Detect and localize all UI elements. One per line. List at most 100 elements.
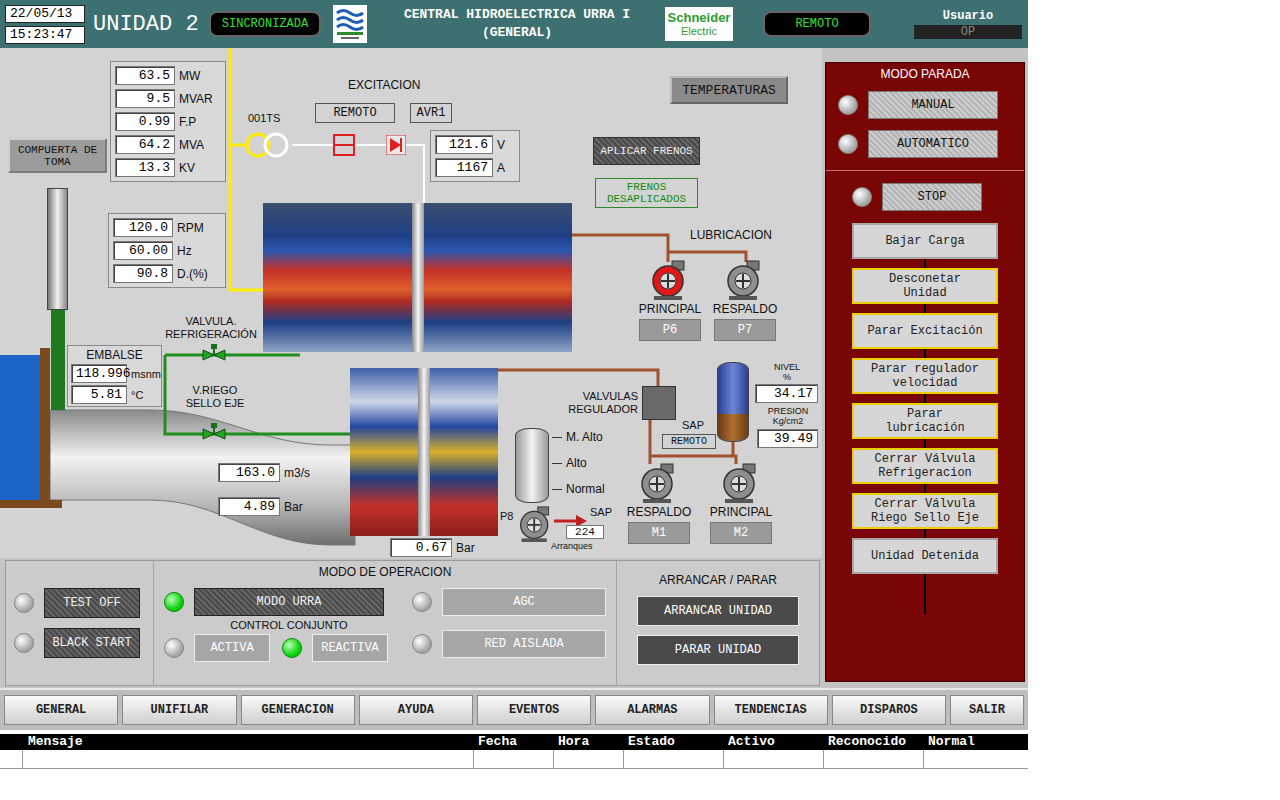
reading-unit: msnm [131, 368, 161, 380]
nav-button[interactable]: AYUDA [359, 695, 473, 725]
valve-icon[interactable] [202, 344, 226, 366]
joint-control-button[interactable]: REACTIVA [312, 634, 388, 662]
temperatures-button[interactable]: TEMPERATURAS [670, 76, 788, 104]
date: 22/05/13 [5, 5, 85, 23]
reservoir-temperature: 5.81 [71, 385, 127, 404]
nav-button[interactable]: ALARMAS [595, 695, 709, 725]
reading-unit: F.P [179, 115, 196, 129]
nav-button[interactable]: GENERACION [241, 695, 355, 725]
apply-brakes-button[interactable]: APLICAR FRENOS [593, 137, 700, 165]
grid-mode-button[interactable]: RED AISLADA [442, 630, 606, 658]
label-line: Parar regulador [857, 362, 993, 376]
label-line: Parar [857, 407, 993, 421]
governor-valves-block [642, 386, 676, 420]
test-row: BLACK START [14, 628, 147, 658]
status-led-icon [412, 592, 432, 612]
joint-control-row: ACTIVA REACTIVA [164, 634, 388, 662]
reading-unit: MW [179, 69, 200, 83]
nav-button[interactable]: DISPAROS [832, 695, 946, 725]
reservoir-level: 118.996 [71, 364, 127, 383]
sap-level-value: 34.17 [755, 384, 818, 403]
main-area: 63.5MW9.5MVAR0.99F.P64.2MVA13.3KV120.0RP… [0, 48, 1028, 688]
sump-tank [515, 428, 549, 503]
main-mode-button[interactable]: MODO URRA [194, 588, 384, 616]
radio-led-icon[interactable] [838, 95, 858, 115]
lubrication-pump[interactable]: RESPALDOP7 [713, 260, 777, 341]
table-cell [823, 750, 923, 768]
sap-pressure-value: 39.49 [757, 429, 818, 448]
start-stop-section: ARRANCAR / PARARARRANCAR UNIDADPARAR UNI… [617, 561, 819, 685]
label-line: Cerrar Válvula [857, 497, 993, 511]
sump-pump-label: P8 [500, 510, 513, 522]
label-line: Refrigeracion [857, 466, 993, 480]
oil-pump[interactable]: RESPALDOM1 [627, 463, 691, 544]
speed-readings: 120.0RPM60.00Hz90.8D.(%) [108, 213, 226, 288]
status-led-icon [14, 633, 34, 653]
brand-sub: Electric [681, 25, 717, 38]
stop-button[interactable]: STOP [882, 183, 982, 211]
label-line: % [756, 372, 818, 382]
nav-button[interactable]: TENDENCIAS [714, 695, 828, 725]
pump-icon [723, 260, 767, 300]
reading-row: 9.5MVAR [115, 89, 221, 108]
reading-row: 64.2 MVA [115, 135, 221, 154]
joint-control-option: ACTIVA [164, 634, 270, 662]
label-line: NIVEL [756, 362, 818, 372]
unit-title: UNIDAD 2 [93, 12, 209, 37]
sap-mode: REMOTO [662, 434, 716, 449]
test-button[interactable]: TEST OFF [44, 588, 140, 618]
stop-mode-button[interactable]: MANUAL [868, 91, 998, 119]
pump-tag: P6 [639, 319, 701, 341]
nav-button[interactable]: SALIR [950, 695, 1024, 725]
left-column: 63.5MW9.5MVAR0.99F.P64.2MVA13.3KV120.0RP… [0, 48, 822, 688]
governor-pipe [480, 370, 658, 386]
mode-right: AGC RED AISLADA [412, 588, 606, 662]
sap-tank-fill [718, 414, 748, 441]
pump-icon[interactable] [516, 506, 556, 542]
reading-value: 64.2 [115, 135, 175, 154]
reading-unit: MVA [179, 138, 204, 152]
valve-icon[interactable] [202, 423, 226, 445]
reading-row: 60.00Hz [113, 241, 221, 260]
stop-mode-panel: MODO PARADAMANUALAUTOMATICOSTOPBajar Car… [825, 62, 1025, 682]
test-row: TEST OFF [14, 588, 147, 618]
grid-mode-button[interactable]: AGC [442, 588, 606, 616]
reading-value: 120.0 [113, 218, 173, 237]
turbine-shaft [418, 368, 430, 536]
stop-mode-title: MODO PARADA [826, 67, 1024, 81]
column-header: Activo [723, 734, 823, 750]
joint-control-button[interactable]: ACTIVA [194, 634, 270, 662]
label-line: VALVULA. [155, 315, 267, 328]
datetime: 22/05/1315:23:47 [5, 5, 85, 44]
test-button[interactable]: BLACK START [44, 628, 140, 658]
radio-led-icon[interactable] [838, 134, 858, 154]
oil-pump[interactable]: PRINCIPALM2 [709, 463, 773, 544]
nav-button[interactable]: EVENTOS [477, 695, 591, 725]
brand-name: Schneider [668, 10, 731, 25]
grid-mode-row: RED AISLADA [412, 630, 606, 658]
label-line: Unidad Detenida [857, 549, 993, 563]
main-mode-row: MODO URRA [164, 588, 388, 616]
stop-mode-button[interactable]: AUTOMATICO [868, 130, 998, 158]
sequence-step: DesconetarUnidad [852, 268, 998, 304]
events-table: MensajeFechaHoraEstadoActivoReconocidoNo… [0, 730, 1028, 769]
nav-button[interactable]: UNIFILAR [122, 695, 236, 725]
excitation-readings: 121.6V1167A [430, 130, 520, 182]
sap-pressure-label: PRESIONKg/cm2 [757, 406, 819, 426]
reading-value: 63.5 [115, 66, 175, 85]
generator-picture [263, 203, 572, 352]
label-line: velocidad [857, 376, 993, 390]
column-header: Mensaje [0, 734, 473, 750]
start-stop-button[interactable]: ARRANCAR UNIDAD [637, 596, 799, 626]
pump-starts-count: 224 [566, 525, 604, 539]
label-line: Unidad [857, 286, 993, 300]
table-cell [473, 750, 553, 768]
reading-row: 63.5 MW [115, 66, 221, 85]
flow-unit: m3/s [284, 466, 310, 480]
label-line: Kg/cm2 [757, 416, 819, 426]
start-stop-button[interactable]: PARAR UNIDAD [637, 635, 799, 665]
pressure-value: 4.89 [218, 497, 280, 516]
lubrication-pump[interactable]: PRINCIPALP6 [638, 260, 702, 341]
intake-gate-button[interactable]: COMPUERTA DE TOMA [8, 138, 107, 173]
nav-button[interactable]: GENERAL [4, 695, 118, 725]
